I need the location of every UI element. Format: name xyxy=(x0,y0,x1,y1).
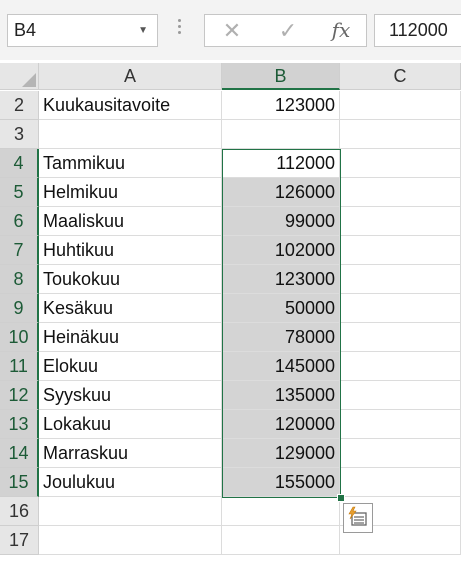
cell-c[interactable] xyxy=(340,149,461,178)
cell-b[interactable]: 102000 xyxy=(222,236,340,265)
check-icon[interactable]: ✓ xyxy=(273,15,303,46)
cell-b[interactable]: 99000 xyxy=(222,207,340,236)
row-header[interactable]: 8 xyxy=(0,265,39,294)
row-header[interactable]: 14 xyxy=(0,439,39,468)
row-header[interactable]: 3 xyxy=(0,120,39,149)
select-all-button[interactable] xyxy=(0,63,39,90)
cell-a[interactable]: Kuukausitavoite xyxy=(39,91,222,120)
cell-a[interactable]: Syyskuu xyxy=(39,381,222,410)
row-header[interactable]: 12 xyxy=(0,381,39,410)
name-box[interactable]: B4 ▼ xyxy=(7,14,158,47)
cell-a[interactable]: Kesäkuu xyxy=(39,294,222,323)
cell-a[interactable]: Heinäkuu xyxy=(39,323,222,352)
cell-b[interactable] xyxy=(222,526,340,555)
insert-function-icon[interactable]: fx xyxy=(323,15,359,46)
cell-a[interactable]: Elokuu xyxy=(39,352,222,381)
cell-c[interactable] xyxy=(340,323,461,352)
cell-a[interactable]: Helmikuu xyxy=(39,178,222,207)
cell-a[interactable] xyxy=(39,120,222,149)
fill-handle[interactable] xyxy=(337,494,345,502)
row-header[interactable]: 4 xyxy=(0,149,39,178)
drag-handle-icon[interactable] xyxy=(176,19,182,41)
cell-b[interactable]: 112000 xyxy=(222,149,340,178)
cell-c[interactable] xyxy=(340,236,461,265)
column-header-a[interactable]: A xyxy=(39,63,222,90)
cell-a[interactable]: Joulukuu xyxy=(39,468,222,497)
row-header[interactable]: 10 xyxy=(0,323,39,352)
formula-toolbar: B4 ▼ ✕ ✓ fx 112000 xyxy=(0,0,461,60)
cell-b[interactable]: 129000 xyxy=(222,439,340,468)
cell-c[interactable] xyxy=(340,381,461,410)
close-icon[interactable]: ✕ xyxy=(217,15,247,46)
cell-a[interactable]: Marraskuu xyxy=(39,439,222,468)
formula-input[interactable]: 112000 xyxy=(374,14,461,47)
cell-c[interactable] xyxy=(340,468,461,497)
cell-b[interactable]: 120000 xyxy=(222,410,340,439)
row-header[interactable]: 11 xyxy=(0,352,39,381)
cell-b[interactable]: 123000 xyxy=(222,91,340,120)
formula-buttons: ✕ ✓ fx xyxy=(204,14,367,47)
row-header[interactable]: 13 xyxy=(0,410,39,439)
row-header[interactable]: 5 xyxy=(0,178,39,207)
formula-value: 112000 xyxy=(389,20,448,40)
row-header[interactable]: 7 xyxy=(0,236,39,265)
row-header[interactable]: 16 xyxy=(0,497,39,526)
cell-b[interactable]: 145000 xyxy=(222,352,340,381)
cell-b[interactable]: 50000 xyxy=(222,294,340,323)
cell-b[interactable]: 78000 xyxy=(222,323,340,352)
row-header[interactable]: 9 xyxy=(0,294,39,323)
cell-c[interactable] xyxy=(340,178,461,207)
cell-a[interactable]: Tammikuu xyxy=(39,149,222,178)
cell-c[interactable] xyxy=(340,439,461,468)
row-header[interactable]: 2 xyxy=(0,91,39,120)
chevron-down-icon[interactable]: ▼ xyxy=(138,15,148,46)
cell-c[interactable] xyxy=(340,120,461,149)
cell-b[interactable] xyxy=(222,120,340,149)
row-header[interactable]: 15 xyxy=(0,468,39,497)
cell-a[interactable]: Toukokuu xyxy=(39,265,222,294)
row-header[interactable]: 17 xyxy=(0,526,39,555)
cell-b[interactable]: 135000 xyxy=(222,381,340,410)
cell-a[interactable] xyxy=(39,497,222,526)
cell-c[interactable] xyxy=(340,410,461,439)
quick-analysis-button[interactable] xyxy=(343,503,373,533)
cell-b[interactable]: 123000 xyxy=(222,265,340,294)
quick-analysis-icon xyxy=(348,506,367,526)
column-header-b[interactable]: B xyxy=(222,63,340,90)
cell-c[interactable] xyxy=(340,352,461,381)
cell-a[interactable]: Huhtikuu xyxy=(39,236,222,265)
cell-a[interactable] xyxy=(39,526,222,555)
cell-b[interactable]: 155000 xyxy=(222,468,340,497)
cell-b[interactable]: 126000 xyxy=(222,178,340,207)
cell-a[interactable]: Lokakuu xyxy=(39,410,222,439)
name-box-value: B4 xyxy=(14,20,37,40)
column-header-c[interactable]: C xyxy=(340,63,461,90)
cell-c[interactable] xyxy=(340,207,461,236)
cell-c[interactable] xyxy=(340,265,461,294)
cell-a[interactable]: Maaliskuu xyxy=(39,207,222,236)
cell-c[interactable] xyxy=(340,294,461,323)
row-header[interactable]: 6 xyxy=(0,207,39,236)
cell-b[interactable] xyxy=(222,497,340,526)
cell-c[interactable] xyxy=(340,91,461,120)
